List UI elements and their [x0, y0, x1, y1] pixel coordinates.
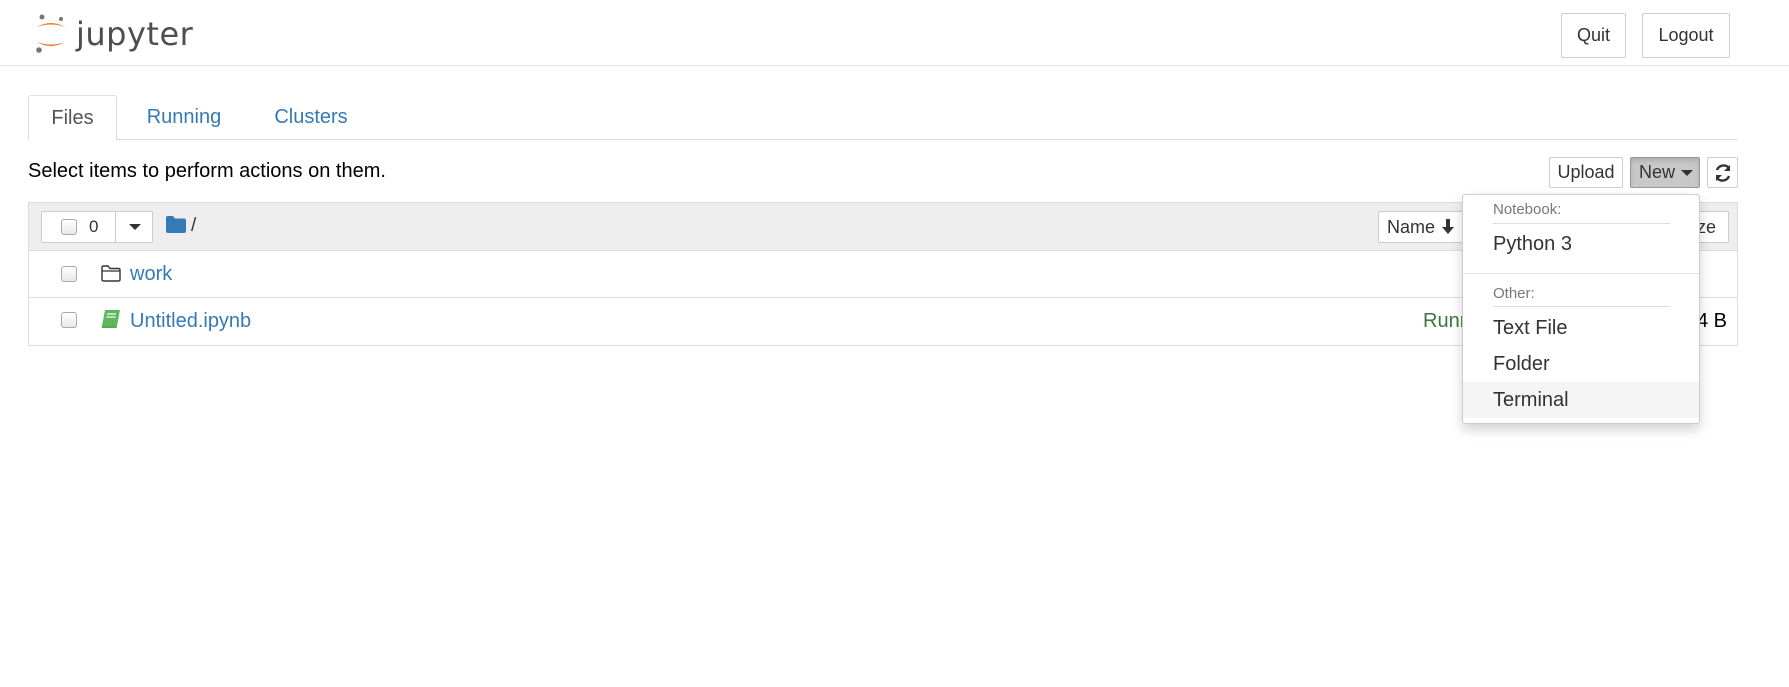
- folder-outline-icon: [101, 265, 121, 282]
- jupyter-logo-icon: [36, 14, 65, 53]
- folder-icon[interactable]: [166, 216, 186, 233]
- file-size: 4 B: [1696, 310, 1727, 332]
- brand-text: jupyter: [76, 15, 194, 53]
- new-button[interactable]: New: [1630, 157, 1700, 188]
- selected-count: 0: [89, 217, 99, 236]
- logout-button[interactable]: Logout: [1642, 13, 1730, 58]
- new-python3-notebook[interactable]: Python 3: [1463, 226, 1699, 262]
- new-button-label: New: [1639, 162, 1676, 182]
- notebook-section-header: Notebook:: [1493, 201, 1562, 218]
- tab-files[interactable]: Files: [28, 95, 117, 141]
- other-section-header: Other:: [1493, 285, 1535, 302]
- item-checkbox[interactable]: [61, 312, 77, 328]
- upload-button[interactable]: Upload: [1549, 157, 1623, 188]
- breadcrumb[interactable]: /: [191, 215, 196, 237]
- header-bar: jupyter Quit Logout: [0, 0, 1789, 66]
- notebook-icon: [101, 310, 120, 328]
- section-separator: [1493, 223, 1670, 224]
- sort-name-label: Name: [1387, 216, 1436, 237]
- item-name-link[interactable]: Untitled.ipynb: [130, 310, 251, 333]
- refresh-button[interactable]: [1707, 157, 1738, 188]
- new-terminal[interactable]: Terminal: [1463, 382, 1699, 418]
- select-all-group: 0: [41, 211, 153, 243]
- caret-down-icon: [129, 224, 141, 230]
- select-menu-button[interactable]: [115, 211, 154, 243]
- menu-divider: [1463, 273, 1699, 274]
- tab-clusters[interactable]: Clusters: [256, 95, 366, 140]
- arrow-down-icon: [1442, 219, 1455, 234]
- select-all-checkbox[interactable]: [61, 219, 77, 235]
- new-text-file[interactable]: Text File: [1463, 310, 1699, 346]
- tab-running[interactable]: Running: [133, 95, 235, 140]
- section-separator: [1493, 306, 1670, 307]
- selection-hint: Select items to perform actions on them.: [28, 160, 386, 182]
- new-dropdown-menu: Notebook: Python 3 Other: Text File Fold…: [1462, 194, 1700, 424]
- item-name-link[interactable]: work: [130, 263, 172, 286]
- tab-bar: Files Running Clusters: [28, 95, 1738, 141]
- quit-button[interactable]: Quit: [1561, 13, 1626, 58]
- item-checkbox[interactable]: [61, 266, 77, 282]
- jupyter-logo[interactable]: jupyter: [34, 13, 193, 55]
- caret-down-icon: [1681, 169, 1694, 176]
- sort-by-name-button[interactable]: Name: [1378, 211, 1468, 243]
- refresh-icon: [1715, 163, 1730, 182]
- new-folder[interactable]: Folder: [1463, 346, 1699, 382]
